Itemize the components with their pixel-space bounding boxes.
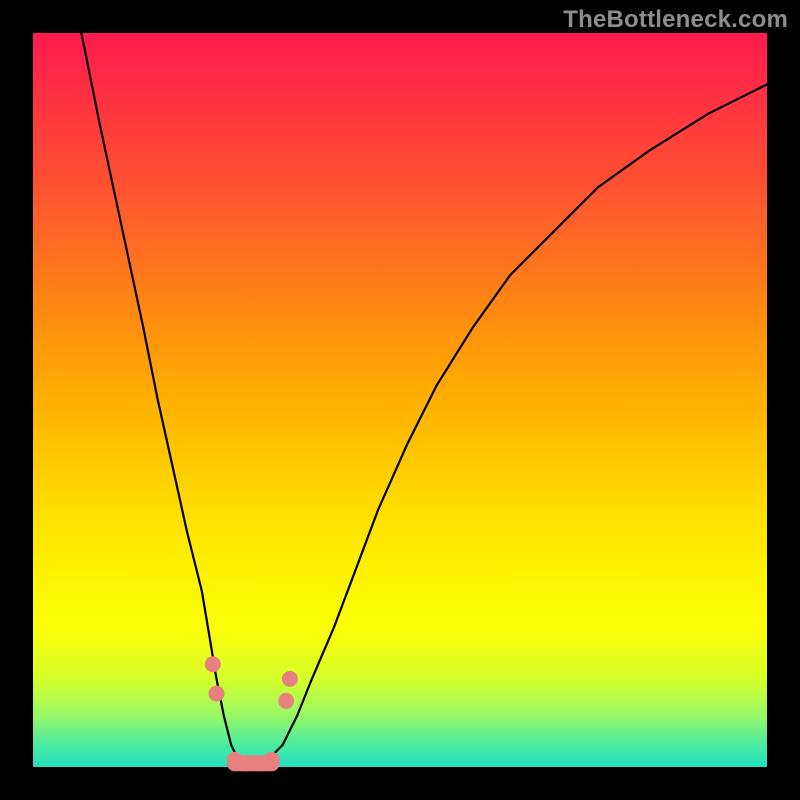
marker-dot: [282, 671, 298, 687]
bottleneck-curve: [33, 0, 767, 767]
watermark-text: TheBottleneck.com: [563, 6, 788, 34]
marker-dot: [205, 656, 221, 672]
marker-dots-group: [205, 656, 298, 771]
chart-svg: [33, 33, 767, 767]
marker-dot: [264, 752, 280, 768]
marker-dot: [209, 686, 225, 702]
marker-dot: [238, 755, 254, 771]
chart-plot-area: [33, 33, 767, 767]
marker-dot: [278, 693, 294, 709]
chart-frame: TheBottleneck.com: [0, 0, 800, 800]
